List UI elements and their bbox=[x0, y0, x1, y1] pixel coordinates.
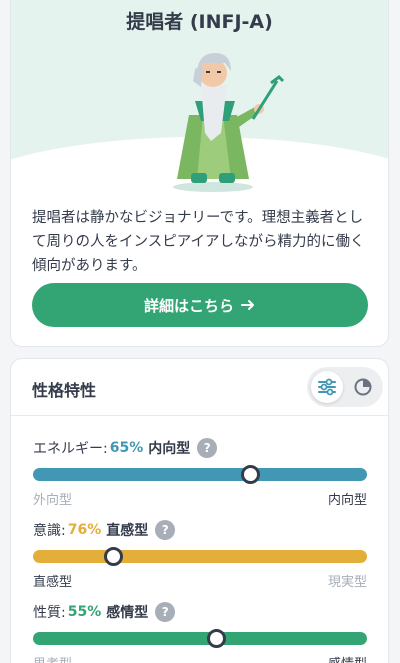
trait-bar bbox=[33, 629, 367, 648]
trait-side: 直感型 bbox=[106, 523, 149, 539]
read-more-button[interactable]: 詳細はこちら bbox=[32, 283, 368, 327]
view-toggle bbox=[307, 367, 383, 407]
trait-mind: 意識: 76% 直感型 ? 直感型 現実型 bbox=[33, 519, 367, 591]
trait-slider-knob bbox=[207, 629, 227, 648]
sliders-icon bbox=[318, 378, 336, 396]
help-icon[interactable]: ? bbox=[155, 520, 176, 540]
trait-label: 性質: bbox=[33, 605, 66, 621]
trait-percent: 65% bbox=[109, 440, 144, 456]
traits-header: 性格特性 bbox=[11, 359, 388, 416]
trait-right-pole: 感情型 bbox=[328, 653, 367, 663]
trait-left-pole: 外向型 bbox=[33, 493, 73, 508]
read-more-label: 詳細はこちら bbox=[143, 296, 234, 315]
pie-chart-icon bbox=[354, 378, 372, 396]
trait-slider-knob bbox=[103, 547, 123, 566]
traits-title: 性格特性 bbox=[32, 381, 97, 400]
trait-heading: エネルギー: 65% 内向型 ? bbox=[33, 437, 218, 459]
trait-left-pole: 思考型 bbox=[33, 653, 72, 663]
trait-heading: 性質: 55% 感情型 ? bbox=[33, 601, 176, 623]
help-icon[interactable]: ? bbox=[155, 602, 176, 622]
profile-card: 提唱者 (INFJ-A) 提唱者は静かなビジョナリーです。理想主義者として周りの… bbox=[10, 0, 389, 347]
arrow-right-icon bbox=[241, 300, 254, 310]
trait-percent: 55% bbox=[67, 604, 102, 620]
trait-bar bbox=[33, 465, 367, 484]
trait-percent: 76% bbox=[67, 522, 102, 538]
page-title: 提唱者 (INFJ-A) bbox=[126, 11, 273, 33]
trait-right-pole: 現実型 bbox=[327, 575, 367, 590]
trait-label: エネルギー: bbox=[33, 441, 108, 457]
sliders-view-button[interactable] bbox=[311, 371, 343, 403]
avatar-illustration bbox=[173, 53, 285, 192]
trait-right-pole: 内向型 bbox=[327, 493, 367, 508]
trait-bar bbox=[33, 547, 367, 566]
help-icon[interactable]: ? bbox=[197, 438, 218, 458]
trait-energy: エネルギー: 65% 内向型 ? 外向型 内向型 bbox=[33, 437, 367, 509]
pie-view-button[interactable] bbox=[347, 371, 379, 403]
traits-card: 性格特性 エネルギー: 65% 内向型 ? 外向型 内向型 意識: 76% 直感… bbox=[10, 358, 389, 663]
trait-left-pole: 直感型 bbox=[33, 575, 73, 590]
trait-side: 内向型 bbox=[148, 441, 191, 457]
trait-label: 意識: bbox=[33, 523, 66, 539]
profile-description: 提唱者は静かなビジョナリーです。理想主義者として周りの人をインスピアイアしながら… bbox=[32, 210, 365, 274]
trait-slider-knob bbox=[240, 465, 260, 484]
trait-nature: 性質: 55% 感情型 ? 思考型 感情型 bbox=[33, 601, 367, 663]
trait-heading: 意識: 76% 直感型 ? bbox=[33, 519, 176, 541]
trait-side: 感情型 bbox=[106, 605, 149, 621]
profile-hero: 提唱者 (INFJ-A) bbox=[11, 0, 388, 193]
